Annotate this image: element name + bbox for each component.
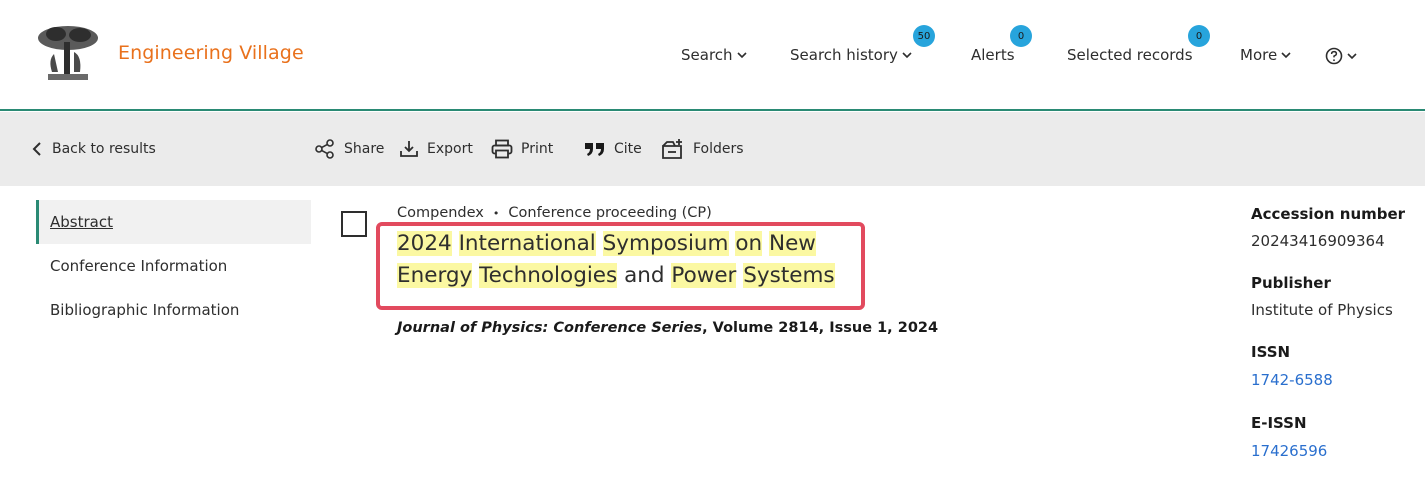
nav-search-history[interactable]: Search history bbox=[790, 46, 913, 64]
record-meta: Compendex • Conference proceeding (CP) bbox=[397, 205, 712, 221]
journal-name: Journal of Physics: Conference Series bbox=[397, 320, 703, 336]
folders-label: Folders bbox=[693, 141, 744, 157]
printer-icon bbox=[491, 139, 513, 159]
nav-more-label: More bbox=[1240, 46, 1278, 64]
alerts-count-badge: 0 bbox=[1010, 25, 1032, 47]
nav-search-history-label: Search history bbox=[790, 46, 898, 64]
search-history-count-badge: 50 bbox=[913, 25, 935, 47]
sidebar-item-conference-information[interactable]: Conference Information bbox=[36, 244, 311, 288]
sidebar-item-abstract[interactable]: Abstract bbox=[36, 200, 311, 244]
help-icon bbox=[1325, 47, 1343, 65]
back-to-results-label: Back to results bbox=[52, 141, 156, 157]
chevron-down-icon bbox=[736, 52, 747, 59]
publisher-value: Institute of Physics bbox=[1251, 301, 1393, 319]
title-word: Energy bbox=[397, 263, 473, 288]
print-label: Print bbox=[521, 141, 554, 157]
publisher-label: Publisher bbox=[1251, 274, 1331, 292]
chevron-down-icon bbox=[902, 52, 912, 59]
accession-number-value: 20243416909364 bbox=[1251, 232, 1385, 250]
cite-button[interactable]: Cite bbox=[584, 138, 642, 160]
nav-search-label: Search bbox=[681, 46, 733, 64]
chevron-down-icon bbox=[1281, 52, 1291, 59]
nav-selected-records-label: Selected records bbox=[1067, 46, 1193, 64]
source-details: , Volume 2814, Issue 1, 2024 bbox=[702, 320, 939, 336]
brand-name[interactable]: Engineering Village bbox=[118, 42, 304, 64]
source-citation: Journal of Physics: Conference Series, V… bbox=[397, 320, 938, 336]
title-word: Technologies bbox=[479, 263, 618, 288]
title-word: New bbox=[768, 231, 816, 256]
download-icon bbox=[400, 141, 418, 157]
title-word: 2024 bbox=[397, 231, 452, 256]
chevron-down-icon bbox=[1347, 53, 1357, 60]
print-button[interactable]: Print bbox=[491, 138, 553, 160]
accession-number-label: Accession number bbox=[1251, 205, 1406, 223]
chevron-left-icon bbox=[32, 142, 41, 156]
export-button[interactable]: Export bbox=[399, 138, 473, 160]
document-type: Conference proceeding (CP) bbox=[508, 205, 712, 221]
elsevier-tree-logo[interactable] bbox=[34, 24, 102, 82]
title-word: on bbox=[735, 231, 763, 256]
title-word: International bbox=[458, 231, 596, 256]
issn-link[interactable]: 1742-6588 bbox=[1251, 371, 1333, 389]
eissn-link[interactable]: 17426596 bbox=[1251, 442, 1327, 460]
nav-alerts-label: Alerts bbox=[971, 46, 1015, 64]
folder-add-icon bbox=[662, 139, 682, 159]
share-label: Share bbox=[344, 141, 385, 157]
issn-label: ISSN bbox=[1251, 343, 1291, 361]
nav-search[interactable]: Search bbox=[681, 46, 748, 64]
record-title: 2024 International Symposium on New Ener… bbox=[397, 228, 867, 292]
share-icon bbox=[315, 139, 334, 159]
back-to-results-link[interactable]: Back to results bbox=[30, 138, 156, 160]
export-label: Export bbox=[427, 141, 473, 157]
meta-separator: • bbox=[492, 206, 500, 220]
sidebar-item-bibliographic-information[interactable]: Bibliographic Information bbox=[36, 288, 311, 332]
top-header: Engineering Village Search Search histor… bbox=[0, 0, 1425, 111]
cite-label: Cite bbox=[614, 141, 642, 157]
folders-button[interactable]: Folders bbox=[661, 138, 744, 160]
record-toolbar: Back to results Share Export Print Cite bbox=[0, 112, 1425, 186]
eissn-label: E-ISSN bbox=[1251, 414, 1307, 432]
share-button[interactable]: Share bbox=[314, 138, 384, 160]
title-word: Power bbox=[671, 263, 737, 288]
database-name: Compendex bbox=[397, 205, 484, 221]
select-record-checkbox[interactable] bbox=[341, 211, 367, 237]
selected-records-count-badge: 0 bbox=[1188, 25, 1210, 47]
quote-icon bbox=[585, 143, 604, 156]
title-word: Systems bbox=[743, 263, 835, 288]
nav-more[interactable]: More bbox=[1240, 46, 1292, 64]
nav-selected-records[interactable]: Selected records bbox=[1067, 46, 1193, 64]
title-word: Symposium bbox=[602, 231, 729, 256]
nav-help[interactable] bbox=[1325, 47, 1358, 65]
nav-alerts[interactable]: Alerts bbox=[971, 46, 1015, 64]
title-word: and bbox=[624, 263, 665, 288]
